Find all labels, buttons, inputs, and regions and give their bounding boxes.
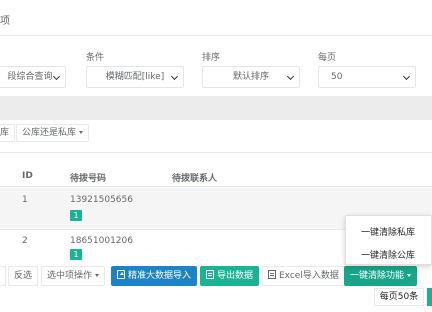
menu-item-clear-private[interactable]: 一键清除私库 xyxy=(361,225,415,238)
page-size-label: 每页50条 xyxy=(379,292,419,302)
document-icon xyxy=(206,270,214,279)
library-type-label: 公库还是私库 xyxy=(22,128,77,138)
chevron-down-icon xyxy=(286,72,295,81)
sort-select[interactable]: 默认排序 xyxy=(202,66,300,88)
clear-function-label: 一键清除功能 xyxy=(350,271,405,281)
clear-function-menu: 一键清除私库 一键清除公库 xyxy=(345,215,432,265)
search-panel: 项 段综合查询 条件 模糊匹配[like] 排序 默认排序 每页 50 xyxy=(0,0,432,96)
col-header-contact: 待拨联系人 xyxy=(172,174,218,184)
document-icon xyxy=(268,270,276,279)
col-header-number: 待拨号码 xyxy=(70,174,107,184)
upload-icon xyxy=(117,270,125,279)
row-number: 18651001206 xyxy=(70,236,133,246)
chevron-down-icon xyxy=(170,72,179,81)
selected-ops-dropdown[interactable]: 选中项操作 xyxy=(41,266,106,286)
condition-label: 条件 xyxy=(86,53,105,63)
excel-import-button[interactable]: Excel导入数据 xyxy=(262,266,345,286)
invert-selection-label: 反选 xyxy=(14,271,33,281)
excel-import-label: Excel导入数据 xyxy=(279,271,339,281)
library-button[interactable]: 库 xyxy=(0,124,16,142)
per-page-select[interactable]: 50 xyxy=(318,66,416,88)
pagination-active-edge[interactable] xyxy=(427,288,432,306)
caret-down-icon xyxy=(79,131,84,134)
bulk-import-label: 精准大数据导入 xyxy=(128,271,192,281)
select-all-button[interactable] xyxy=(0,266,6,286)
field-select-value: 段综合查询 xyxy=(7,72,53,82)
per-page-label: 每页 xyxy=(318,53,337,63)
export-label: 导出数据 xyxy=(217,271,254,281)
row-id: 2 xyxy=(22,236,28,246)
bulk-import-button[interactable]: 精准大数据导入 xyxy=(111,266,198,286)
library-type-dropdown[interactable]: 公库还是私库 xyxy=(16,124,90,142)
selected-ops-label: 选中项操作 xyxy=(47,271,93,281)
sort-select-value: 默认排序 xyxy=(232,72,269,82)
clear-function-dropdown[interactable]: 一键清除功能 xyxy=(344,266,418,286)
status-badge: 1 xyxy=(70,210,82,221)
status-badge: 1 xyxy=(70,249,82,260)
divider xyxy=(0,152,432,153)
invert-selection-button[interactable]: 反选 xyxy=(8,266,39,286)
condition-select-value: 模糊匹配[like] xyxy=(105,72,165,82)
condition-select[interactable]: 模糊匹配[like] xyxy=(86,66,184,88)
page-size-button[interactable]: 每页50条 xyxy=(374,288,424,306)
panel-title: 项 xyxy=(0,16,10,27)
caret-down-icon xyxy=(95,274,100,277)
export-button[interactable]: 导出数据 xyxy=(200,266,260,286)
menu-item-clear-public[interactable]: 一键清除公库 xyxy=(361,248,415,261)
field-select[interactable]: 段综合查询 xyxy=(0,66,66,88)
caret-down-icon xyxy=(407,274,412,277)
per-page-select-value: 50 xyxy=(331,72,343,82)
panel-title-bar: 项 xyxy=(0,0,432,36)
sort-label: 排序 xyxy=(202,53,221,63)
chevron-down-icon xyxy=(402,72,411,81)
col-header-id: ID xyxy=(22,171,33,181)
chevron-down-icon xyxy=(52,72,61,81)
row-number: 13921505656 xyxy=(70,195,133,205)
row-id: 1 xyxy=(22,195,28,205)
panel-gap xyxy=(0,96,432,120)
library-button-label: 库 xyxy=(0,128,10,138)
